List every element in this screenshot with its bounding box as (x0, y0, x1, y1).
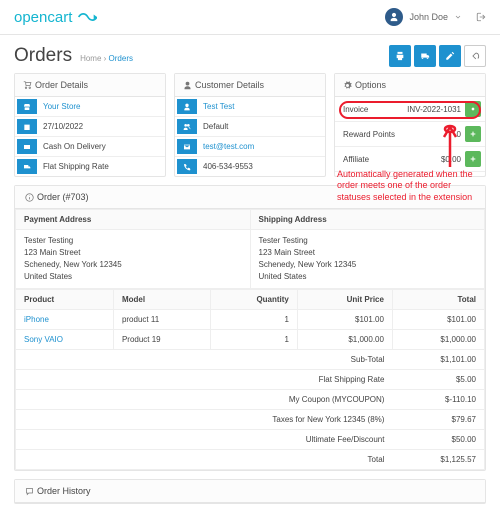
calendar-icon (17, 119, 37, 134)
product-link[interactable]: iPhone (24, 315, 49, 324)
payment-method: Cash On Delivery (37, 137, 165, 156)
shipping-icon (17, 159, 37, 174)
brand-text: opencart (14, 9, 72, 26)
cart-icon (23, 81, 32, 90)
email-link[interactable]: test@test.com (203, 142, 254, 151)
table-row: Sony VAIO Product 19 1 $1,000.00 $1,000.… (16, 330, 485, 350)
logout-icon[interactable] (476, 12, 486, 22)
print-shipping-button[interactable] (414, 45, 436, 67)
add-reward-button[interactable] (465, 126, 481, 142)
customer-link[interactable]: Test Test (203, 102, 234, 111)
options-panel: Options InvoiceINV-2022-1031 Reward Poin… (334, 73, 486, 177)
customer-details-panel: Customer Details Test Test Default test@… (174, 73, 326, 177)
product-link[interactable]: Sony VAIO (24, 335, 63, 344)
group-icon (177, 119, 197, 134)
comment-icon (25, 487, 34, 496)
info-icon (25, 193, 34, 202)
payment-address: Tester Testing123 Main StreetSchenedy, N… (16, 230, 251, 289)
page-title: Orders (14, 45, 72, 67)
order-date: 27/10/2022 (37, 117, 165, 136)
invoice-row: InvoiceINV-2022-1031 (335, 97, 485, 122)
shipping-address: Tester Testing123 Main StreetSchenedy, N… (250, 230, 485, 289)
order-details-panel: Order Details Your Store 27/10/2022 Cash… (14, 73, 166, 177)
payment-icon (17, 139, 37, 154)
edit-button[interactable] (439, 45, 461, 67)
affiliate-row: Affiliate$0.00 (335, 147, 485, 172)
person-icon (177, 99, 197, 114)
invoice-number: INV-2022-1031 (407, 105, 465, 114)
print-invoice-button[interactable] (389, 45, 411, 67)
order-panel: Order (#703) Payment AddressShipping Add… (14, 185, 486, 471)
customer-phone: 406-534-9553 (197, 157, 325, 176)
email-icon (177, 139, 197, 154)
shipping-method: Flat Shipping Rate (37, 157, 165, 176)
back-button[interactable] (464, 45, 486, 67)
add-affiliate-button[interactable] (465, 151, 481, 167)
gear-icon (343, 81, 352, 90)
generate-invoice-button[interactable] (465, 101, 481, 117)
person-icon (389, 12, 399, 22)
person-icon (183, 81, 192, 90)
table-row: iPhone product 11 1 $101.00 $101.00 (16, 310, 485, 330)
shipping-address-header: Shipping Address (250, 210, 485, 230)
phone-icon (177, 159, 197, 174)
store-icon (17, 99, 37, 114)
store-link[interactable]: Your Store (43, 102, 81, 111)
chevron-down-icon[interactable] (454, 13, 462, 21)
order-history-panel: Order History (14, 479, 486, 504)
reward-row: Reward Points0 (335, 122, 485, 147)
breadcrumb: Home › Orders (80, 54, 133, 63)
payment-address-header: Payment Address (16, 210, 251, 230)
logo-mark-icon (77, 11, 97, 23)
user-avatar[interactable] (385, 8, 403, 26)
customer-group: Default (197, 117, 325, 136)
user-name: John Doe (409, 12, 448, 22)
brand-logo[interactable]: opencart (14, 9, 97, 26)
